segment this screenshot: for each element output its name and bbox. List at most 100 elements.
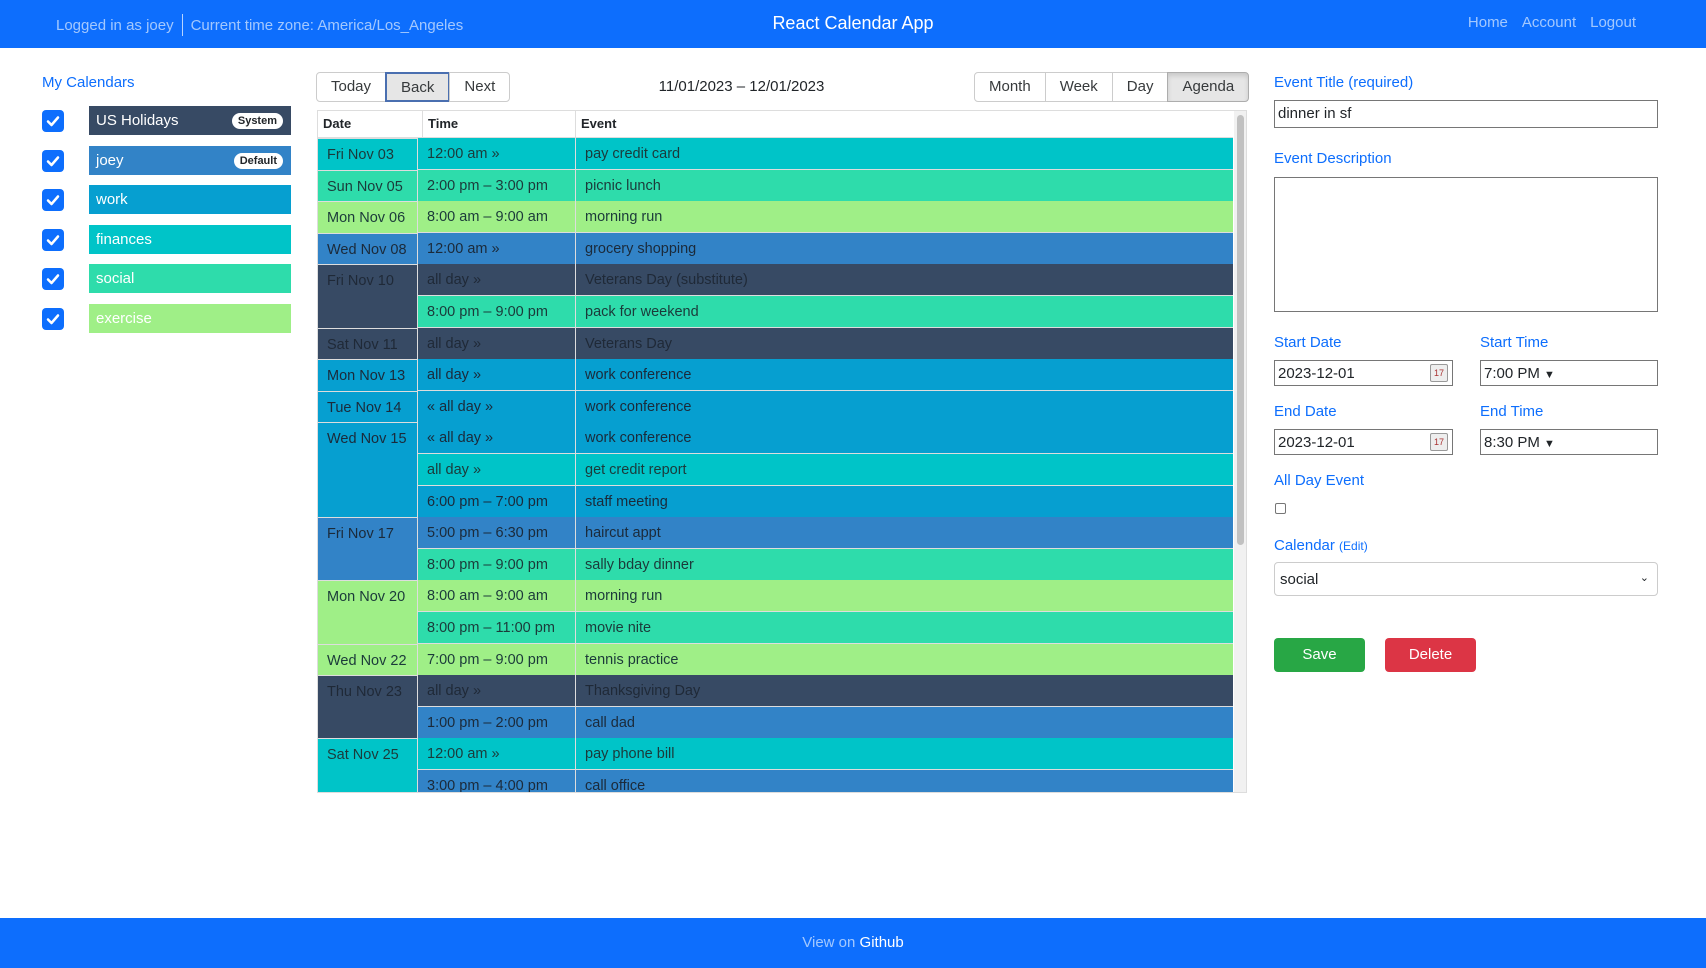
- start-time-input[interactable]: 7:00 PM ▼: [1480, 360, 1658, 386]
- agenda-row[interactable]: Sat Nov 11 all day » Veterans Day: [318, 328, 1233, 360]
- agenda-row[interactable]: Sat Nov 25 12:00 am » pay phone bill: [318, 738, 1233, 770]
- agenda-row[interactable]: 8:00 pm – 9:00 pm sally bday dinner: [318, 549, 1233, 581]
- agenda-scrollbar[interactable]: [1234, 111, 1246, 792]
- agenda-row[interactable]: Wed Nov 15 « all day » work conference: [318, 422, 1233, 454]
- agenda-event-cell[interactable]: staff meeting: [575, 486, 1233, 518]
- calendar-select[interactable]: social ⌄: [1274, 562, 1658, 596]
- agenda-time-cell[interactable]: all day »: [417, 454, 575, 486]
- agenda-event-cell[interactable]: Thanksgiving Day: [575, 675, 1233, 707]
- agenda-event-cell[interactable]: work conference: [575, 359, 1233, 391]
- calendar-edit-link[interactable]: (Edit): [1339, 539, 1368, 553]
- calendar-checkbox[interactable]: [42, 150, 64, 172]
- calendar-checkbox[interactable]: [42, 308, 64, 330]
- agenda-event-cell[interactable]: pay phone bill: [575, 738, 1233, 770]
- scrollbar-thumb[interactable]: [1237, 115, 1244, 545]
- view-day-button[interactable]: Day: [1111, 72, 1169, 102]
- calendar-item[interactable]: US Holidays System: [42, 106, 292, 135]
- calendar-chip[interactable]: US Holidays System: [89, 106, 291, 135]
- agenda-row[interactable]: 8:00 pm – 11:00 pm movie nite: [318, 612, 1233, 644]
- calendar-picker-icon[interactable]: 17: [1430, 433, 1448, 451]
- agenda-event-cell[interactable]: haircut appt: [575, 517, 1233, 549]
- github-link[interactable]: Github: [860, 934, 904, 951]
- agenda-event-cell[interactable]: grocery shopping: [575, 233, 1233, 265]
- view-agenda-button[interactable]: Agenda: [1167, 72, 1250, 102]
- agenda-time-cell[interactable]: 12:00 am »: [417, 738, 575, 770]
- agenda-row[interactable]: 1:00 pm – 2:00 pm call dad: [318, 707, 1233, 739]
- agenda-row[interactable]: all day » get credit report: [318, 454, 1233, 486]
- event-title-input[interactable]: dinner in sf: [1274, 100, 1658, 128]
- nav-account-link[interactable]: Account: [1522, 14, 1576, 31]
- agenda-event-cell[interactable]: morning run: [575, 201, 1233, 233]
- back-button[interactable]: Back: [385, 72, 451, 102]
- calendar-chip[interactable]: joey Default: [89, 146, 291, 175]
- agenda-row[interactable]: 3:00 pm – 4:00 pm call office: [318, 770, 1233, 792]
- calendar-item[interactable]: social: [42, 264, 292, 293]
- agenda-row[interactable]: Fri Nov 10 all day » Veterans Day (substit…: [318, 264, 1233, 296]
- agenda-time-cell[interactable]: « all day »: [417, 422, 575, 454]
- calendar-chip[interactable]: work: [89, 185, 291, 214]
- agenda-row[interactable]: Wed Nov 22 7:00 pm – 9:00 pm tennis practi…: [318, 644, 1233, 676]
- agenda-row[interactable]: Mon Nov 06 8:00 am – 9:00 am morning run: [318, 201, 1233, 233]
- view-month-button[interactable]: Month: [974, 72, 1046, 102]
- agenda-event-cell[interactable]: get credit report: [575, 454, 1233, 486]
- agenda-time-cell[interactable]: 8:00 am – 9:00 am: [417, 580, 575, 612]
- calendar-checkbox[interactable]: [42, 189, 64, 211]
- nav-logout-link[interactable]: Logout: [1590, 14, 1636, 31]
- agenda-event-cell[interactable]: call office: [575, 770, 1233, 792]
- calendar-chip[interactable]: exercise: [89, 304, 291, 333]
- app-title[interactable]: React Calendar App: [772, 13, 933, 33]
- agenda-row[interactable]: 6:00 pm – 7:00 pm staff meeting: [318, 486, 1233, 518]
- all-day-checkbox[interactable]: [1275, 503, 1286, 514]
- agenda-time-cell[interactable]: 6:00 pm – 7:00 pm: [417, 486, 575, 518]
- calendar-checkbox[interactable]: [42, 110, 64, 132]
- calendar-item[interactable]: joey Default: [42, 146, 292, 175]
- end-date-input[interactable]: 2023-12-01 17: [1274, 429, 1453, 455]
- agenda-row[interactable]: Tue Nov 14 « all day » work conference: [318, 391, 1233, 423]
- agenda-event-cell[interactable]: picnic lunch: [575, 170, 1233, 202]
- agenda-time-cell[interactable]: 8:00 pm – 11:00 pm: [417, 612, 575, 644]
- agenda-time-cell[interactable]: all day »: [417, 675, 575, 707]
- agenda-event-cell[interactable]: work conference: [575, 422, 1233, 454]
- agenda-event-cell[interactable]: movie nite: [575, 612, 1233, 644]
- agenda-time-cell[interactable]: all day »: [417, 328, 575, 360]
- agenda-row[interactable]: Wed Nov 08 12:00 am » grocery shopping: [318, 233, 1233, 265]
- calendar-picker-icon[interactable]: 17: [1430, 364, 1448, 382]
- agenda-time-cell[interactable]: 12:00 am »: [417, 233, 575, 265]
- end-time-input[interactable]: 8:30 PM ▼: [1480, 429, 1658, 455]
- agenda-time-cell[interactable]: 3:00 pm – 4:00 pm: [417, 770, 575, 792]
- agenda-event-cell[interactable]: tennis practice: [575, 644, 1233, 676]
- agenda-row[interactable]: Sun Nov 05 2:00 pm – 3:00 pm picnic lunch: [318, 170, 1233, 202]
- agenda-event-cell[interactable]: work conference: [575, 391, 1233, 423]
- agenda-row[interactable]: Fri Nov 03 12:00 am » pay credit card: [318, 138, 1233, 170]
- start-date-input[interactable]: 2023-12-01 17: [1274, 360, 1453, 386]
- agenda-time-cell[interactable]: all day »: [417, 359, 575, 391]
- nav-home-link[interactable]: Home: [1468, 14, 1508, 31]
- agenda-event-cell[interactable]: morning run: [575, 580, 1233, 612]
- delete-button[interactable]: Delete: [1385, 638, 1476, 672]
- agenda-time-cell[interactable]: 1:00 pm – 2:00 pm: [417, 707, 575, 739]
- calendar-chip[interactable]: finances: [89, 225, 291, 254]
- save-button[interactable]: Save: [1274, 638, 1365, 672]
- agenda-time-cell[interactable]: 2:00 pm – 3:00 pm: [417, 170, 575, 202]
- agenda-row[interactable]: Thu Nov 23 all day » Thanksgiving Day: [318, 675, 1233, 707]
- calendar-item[interactable]: exercise: [42, 304, 292, 333]
- agenda-row[interactable]: Mon Nov 20 8:00 am – 9:00 am morning run: [318, 580, 1233, 612]
- agenda-event-cell[interactable]: sally bday dinner: [575, 549, 1233, 581]
- agenda-table[interactable]: Date Time Event Fri Nov 03 12:00 am » pay …: [317, 110, 1247, 793]
- agenda-time-cell[interactable]: 12:00 am »: [417, 138, 575, 170]
- event-description-textarea[interactable]: [1274, 177, 1658, 312]
- agenda-time-cell[interactable]: 7:00 pm – 9:00 pm: [417, 644, 575, 676]
- calendar-item[interactable]: finances: [42, 225, 292, 254]
- agenda-time-cell[interactable]: 8:00 am – 9:00 am: [417, 201, 575, 233]
- agenda-event-cell[interactable]: pack for weekend: [575, 296, 1233, 328]
- agenda-event-cell[interactable]: pay credit card: [575, 138, 1233, 170]
- agenda-time-cell[interactable]: 8:00 pm – 9:00 pm: [417, 296, 575, 328]
- calendar-checkbox[interactable]: [42, 229, 64, 251]
- calendar-item[interactable]: work: [42, 185, 292, 214]
- agenda-row[interactable]: Fri Nov 17 5:00 pm – 6:30 pm haircut appt: [318, 517, 1233, 549]
- agenda-event-cell[interactable]: call dad: [575, 707, 1233, 739]
- agenda-time-cell[interactable]: 5:00 pm – 6:30 pm: [417, 517, 575, 549]
- calendar-chip[interactable]: social: [89, 264, 291, 293]
- agenda-row[interactable]: 8:00 pm – 9:00 pm pack for weekend: [318, 296, 1233, 328]
- agenda-time-cell[interactable]: 8:00 pm – 9:00 pm: [417, 549, 575, 581]
